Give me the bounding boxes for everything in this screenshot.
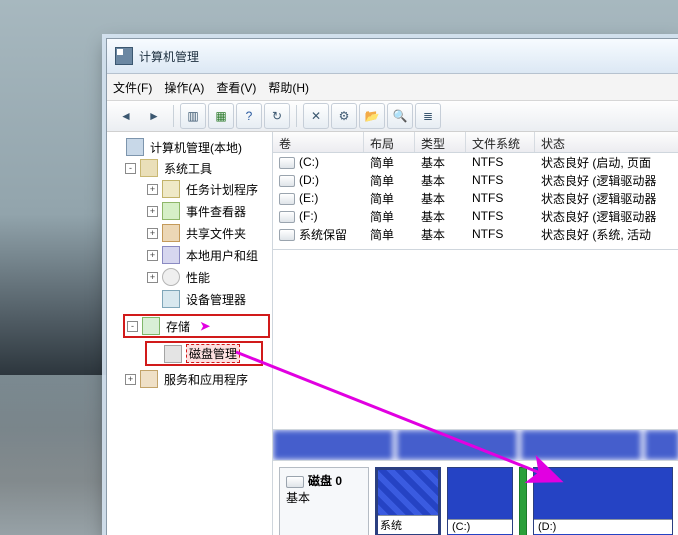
collapse-toggle[interactable]: -	[127, 321, 138, 332]
volume-row[interactable]: (D:)简单基本NTFS状态良好 (逻辑驱动器	[273, 171, 678, 189]
disk-icon	[164, 345, 182, 363]
tree-disk-management[interactable]: 磁盘管理	[145, 341, 263, 366]
tree-task-scheduler[interactable]: +任务计划程序	[145, 179, 270, 199]
tree-event-viewer[interactable]: +事件查看器	[145, 201, 270, 221]
tree-shared-folders[interactable]: +共享文件夹	[145, 223, 270, 243]
folder-icon	[162, 224, 180, 242]
device-icon	[162, 290, 180, 308]
clock-icon	[162, 180, 180, 198]
nav-forward-button[interactable]: ►	[141, 103, 167, 129]
volume-row[interactable]: 系统保留简单基本NTFS状态良好 (系统, 活动	[273, 225, 678, 243]
volume-row[interactable]: (F:)简单基本NTFS状态良好 (逻辑驱动器	[273, 207, 678, 225]
collapse-toggle[interactable]: -	[125, 163, 136, 174]
grid-spacer	[273, 249, 678, 429]
volume-icon	[279, 229, 295, 241]
expand-toggle[interactable]: +	[147, 272, 158, 283]
partition-gap[interactable]	[519, 467, 527, 535]
computer-management-window: 计算机管理 文件(F) 操作(A) 查看(V) 帮助(H) ◄ ► ▥ ▦ ? …	[106, 38, 678, 535]
toolbar-separator	[296, 105, 297, 127]
services-icon	[140, 370, 158, 388]
partition-c[interactable]: (C:)	[447, 467, 513, 535]
tree-performance[interactable]: +性能	[145, 267, 270, 287]
partition-system[interactable]: 系统	[375, 467, 441, 535]
toolbar: ◄ ► ▥ ▦ ? ↻ ✕ ⚙ 📂 🔍 ≣	[107, 101, 678, 132]
arrow-start-icon: ➤	[200, 319, 210, 333]
col-fs[interactable]: 文件系统	[466, 132, 535, 152]
menu-view[interactable]: 查看(V)	[216, 79, 256, 96]
menubar: 文件(F) 操作(A) 查看(V) 帮助(H)	[107, 74, 678, 101]
navigation-tree[interactable]: 计算机管理(本地) - 系统工具 +任务计划程序	[107, 132, 273, 535]
expand-toggle[interactable]: +	[147, 250, 158, 261]
storage-icon	[142, 317, 160, 335]
menu-file[interactable]: 文件(F)	[113, 79, 152, 96]
tree-storage[interactable]: - 存储 ➤	[123, 314, 270, 338]
content-pane: 卷 布局 类型 文件系统 状态 (C:)简单基本NTFS状态良好 (启动, 页面…	[273, 132, 678, 535]
gauge-icon	[162, 268, 180, 286]
tools-icon	[140, 159, 158, 177]
volume-row[interactable]: (C:)简单基本NTFS状态良好 (启动, 页面	[273, 153, 678, 171]
volume-icon	[279, 211, 295, 223]
blurred-region	[538, 470, 668, 521]
action-button[interactable]: ✕	[303, 103, 329, 129]
partition-d[interactable]: (D:)	[533, 467, 673, 535]
volume-grid-body[interactable]: (C:)简单基本NTFS状态良好 (启动, 页面(D:)简单基本NTFS状态良好…	[273, 153, 678, 243]
app-icon	[115, 47, 133, 65]
disk-drive-icon	[286, 476, 304, 488]
toolbar-separator	[173, 105, 174, 127]
disk-preview-strip	[273, 429, 678, 460]
titlebar[interactable]: 计算机管理	[107, 39, 678, 74]
expand-toggle[interactable]: +	[147, 228, 158, 239]
find-button[interactable]: 🔍	[387, 103, 413, 129]
blurred-region	[273, 430, 678, 460]
expand-toggle[interactable]: +	[147, 184, 158, 195]
window-title: 计算机管理	[139, 48, 199, 65]
disk-graphical-view[interactable]: 磁盘 0 基本 系统 (C:) (D:)	[273, 460, 678, 535]
tree-root[interactable]: 计算机管理(本地)	[109, 137, 270, 157]
open-button[interactable]: 📂	[359, 103, 385, 129]
refresh-button[interactable]: ↻	[264, 103, 290, 129]
list-button[interactable]: ≣	[415, 103, 441, 129]
tree-system-tools[interactable]: - 系统工具	[123, 158, 270, 178]
volume-icon	[279, 193, 295, 205]
col-status[interactable]: 状态	[535, 132, 678, 152]
help-button[interactable]: ?	[236, 103, 262, 129]
volume-icon	[279, 157, 295, 169]
volume-row[interactable]: (E:)简单基本NTFS状态良好 (逻辑驱动器	[273, 189, 678, 207]
menu-help[interactable]: 帮助(H)	[268, 79, 309, 96]
volume-grid-header[interactable]: 卷 布局 类型 文件系统 状态	[273, 132, 678, 153]
tree-device-manager[interactable]: 设备管理器	[145, 289, 270, 309]
show-hide-tree-button[interactable]: ▥	[180, 103, 206, 129]
window-body: 计算机管理(本地) - 系统工具 +任务计划程序	[107, 132, 678, 535]
col-volume[interactable]: 卷	[273, 132, 364, 152]
volume-icon	[279, 175, 295, 187]
expand-toggle[interactable]: +	[147, 206, 158, 217]
event-icon	[162, 202, 180, 220]
properties-button[interactable]: ▦	[208, 103, 234, 129]
nav-back-button[interactable]: ◄	[113, 103, 139, 129]
settings-button[interactable]: ⚙	[331, 103, 357, 129]
tree-local-users[interactable]: +本地用户和组	[145, 245, 270, 265]
menu-action[interactable]: 操作(A)	[164, 79, 204, 96]
blurred-region	[380, 470, 436, 517]
computer-icon	[126, 138, 144, 156]
col-layout[interactable]: 布局	[364, 132, 415, 152]
expand-toggle[interactable]: +	[125, 374, 136, 385]
tree-root-label: 计算机管理(本地)	[148, 139, 244, 156]
desktop-wallpaper: 计算机管理 文件(F) 操作(A) 查看(V) 帮助(H) ◄ ► ▥ ▦ ? …	[0, 0, 678, 535]
disk-header[interactable]: 磁盘 0 基本	[279, 467, 369, 535]
col-type[interactable]: 类型	[415, 132, 466, 152]
tree-services-apps[interactable]: + 服务和应用程序	[123, 369, 270, 389]
users-icon	[162, 246, 180, 264]
